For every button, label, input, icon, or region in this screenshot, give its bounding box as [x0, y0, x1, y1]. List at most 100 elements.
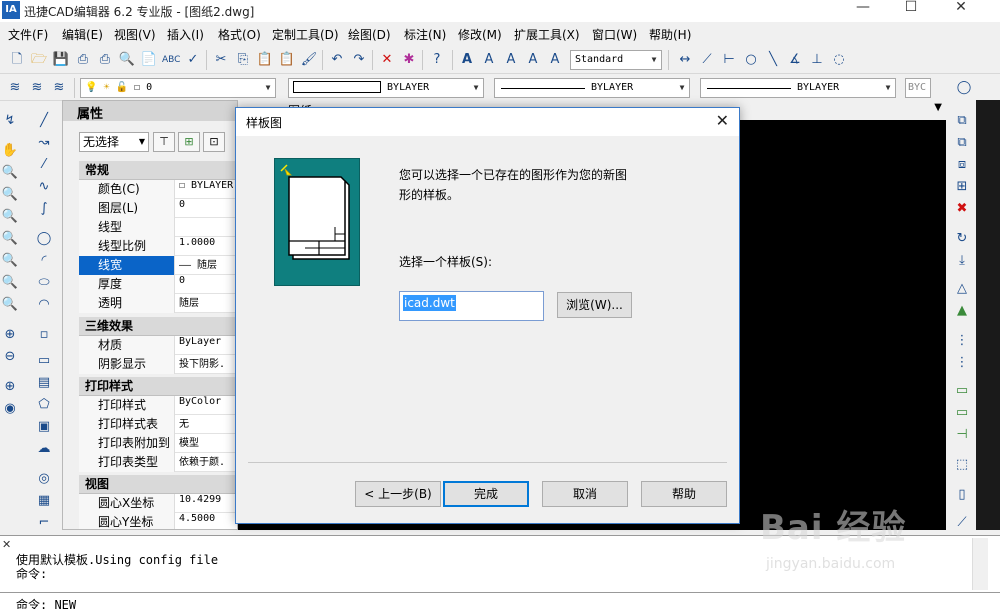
zoom-previous-icon[interactable]: 🔍: [0, 208, 20, 226]
table-icon[interactable]: ▦: [34, 492, 54, 510]
prop-row-lineweight[interactable]: 线宽 —— 随层: [79, 256, 237, 275]
section-general[interactable]: 常规: [79, 161, 237, 180]
zoom-dynamic-icon[interactable]: 🔍: [0, 230, 20, 248]
edit-text-icon[interactable]: A: [502, 51, 520, 69]
spell-check-icon[interactable]: ABC: [162, 51, 180, 69]
section-plot-style[interactable]: 打印样式: [79, 377, 237, 396]
cancel-button[interactable]: 取消: [542, 481, 628, 507]
brush-icon[interactable]: 🖌: [300, 51, 318, 69]
prop-row-color[interactable]: 颜色(C) ☐ BYLAYER: [79, 180, 237, 199]
chamfer-icon[interactable]: ⊣: [953, 426, 971, 444]
arc-icon[interactable]: ◜: [34, 252, 54, 270]
prop-row-plot-attached[interactable]: 打印表附加到 模型: [79, 434, 237, 453]
cleanup-icon[interactable]: ✱: [400, 51, 418, 69]
prop-row-transparency[interactable]: 透明 随层: [79, 294, 237, 313]
zoom-window-icon[interactable]: 🔍: [0, 186, 20, 204]
close-icon[interactable]: ✕: [2, 538, 11, 551]
paste-icon[interactable]: 📋: [256, 51, 274, 69]
zoom-out-icon[interactable]: ⊖: [0, 348, 20, 366]
ellipse-arc-icon[interactable]: ◠: [34, 296, 54, 314]
dim-radius-icon[interactable]: ⊥: [808, 51, 826, 69]
spline-icon[interactable]: ∫: [34, 200, 54, 218]
undo-icon[interactable]: ↶: [328, 51, 346, 69]
dialog-close-icon[interactable]: ✕: [716, 111, 729, 130]
maximize-button[interactable]: ☐: [888, 0, 934, 16]
revcloud-icon[interactable]: ☁: [34, 440, 54, 458]
layer-previous-icon[interactable]: ≋: [28, 79, 46, 97]
prop-row-thickness[interactable]: 厚度 0: [79, 275, 237, 294]
prop-row-layer[interactable]: 图层(L) 0: [79, 199, 237, 218]
rectangle-icon[interactable]: ▭: [34, 352, 54, 370]
zoom-center-icon[interactable]: 🔍: [0, 274, 20, 292]
rotate-icon[interactable]: ↻: [953, 230, 971, 248]
zoom-extents-icon[interactable]: ◉: [0, 400, 20, 418]
minimize-button[interactable]: —: [840, 0, 886, 16]
template-input[interactable]: icad.dwt: [399, 291, 544, 321]
linetype-select[interactable]: BYLAYER ▼: [494, 78, 690, 98]
move-icon[interactable]: ⤓: [953, 252, 971, 270]
section-view[interactable]: 视图: [79, 475, 237, 494]
prop-row-plot-type[interactable]: 打印表类型 依赖于颜.: [79, 453, 237, 472]
finish-button[interactable]: 完成: [443, 481, 529, 507]
help-icon[interactable]: ?: [428, 51, 446, 69]
ray-icon[interactable]: ⁄: [34, 156, 54, 174]
browse-button[interactable]: 浏览(W)...: [557, 292, 632, 318]
layer-manager-icon[interactable]: ≋: [6, 79, 24, 97]
offset-icon[interactable]: ⧈: [953, 156, 971, 174]
menu-custom-tools[interactable]: 定制工具(D): [272, 26, 339, 43]
prop-row-linetype-scale[interactable]: 线型比例 1.0000: [79, 237, 237, 256]
zoom-in-icon[interactable]: ⊕: [0, 326, 20, 344]
text-style-select[interactable]: Standard ▼: [570, 50, 662, 70]
print-setup-icon[interactable]: ⎙: [96, 51, 114, 69]
menu-insert[interactable]: 插入(I): [167, 26, 204, 43]
block-icon[interactable]: ⌐: [34, 514, 54, 532]
break-icon[interactable]: ▭: [953, 382, 971, 400]
xline-icon[interactable]: ↝: [34, 134, 54, 152]
array-icon[interactable]: ⊞: [953, 178, 971, 196]
stretch-icon[interactable]: △: [953, 280, 971, 298]
prop-row-center-x[interactable]: 圆心X坐标 10.4299: [79, 494, 237, 513]
prop-row-shadow[interactable]: 阴影显示 投下阴影.: [79, 355, 237, 374]
layer-state-icon[interactable]: ≋: [50, 79, 68, 97]
regen-icon[interactable]: ↯: [0, 112, 20, 130]
prop-row-linetype[interactable]: 线型: [79, 218, 237, 237]
zoom-realtime-icon[interactable]: 🔍: [0, 164, 20, 182]
point-icon[interactable]: ▫: [34, 326, 54, 344]
quick-select-icon[interactable]: ⊞: [178, 132, 200, 152]
chevron-down-icon[interactable]: ▼: [934, 102, 942, 113]
polyline-icon[interactable]: ∿: [34, 178, 54, 196]
mirror-icon[interactable]: ⧉: [953, 134, 971, 152]
color-select[interactable]: BYLAYER ▼: [288, 78, 484, 98]
menu-format[interactable]: 格式(O): [218, 26, 261, 43]
toggle-pickadd-icon[interactable]: ⊤: [153, 132, 175, 152]
hatch-icon[interactable]: ▤: [34, 374, 54, 392]
dim-baseline-icon[interactable]: ⊢: [720, 51, 738, 69]
section-3d-effects[interactable]: 三维效果: [79, 317, 237, 336]
prop-row-material[interactable]: 材质 ByLayer: [79, 336, 237, 355]
dim-line-icon[interactable]: ╲: [764, 51, 782, 69]
back-button[interactable]: < 上一步(B): [355, 481, 441, 507]
menu-help[interactable]: 帮助(H): [649, 26, 691, 43]
prop-row-plot-style[interactable]: 打印样式 ByColor: [79, 396, 237, 415]
menu-window[interactable]: 窗口(W): [592, 26, 637, 43]
mtext-icon[interactable]: A: [480, 51, 498, 69]
line-icon[interactable]: ╱: [34, 112, 54, 130]
scale-icon[interactable]: ▲: [953, 302, 971, 320]
lineweight-select[interactable]: BYLAYER ▼: [700, 78, 896, 98]
print-preview-icon[interactable]: 🔍: [118, 51, 136, 69]
find-text-icon[interactable]: A: [546, 51, 564, 69]
prop-row-plot-table[interactable]: 打印样式表 无: [79, 415, 237, 434]
trim-icon[interactable]: ⋮: [953, 332, 971, 350]
close-button[interactable]: ✕: [938, 0, 984, 16]
extend-icon[interactable]: ⋮: [953, 354, 971, 372]
dim-angle-icon[interactable]: ∡: [786, 51, 804, 69]
circle-icon[interactable]: ◯: [34, 230, 54, 248]
layer-select[interactable]: 💡 ☀ 🔓 ☐ 0 ▼: [80, 78, 276, 98]
polygon-icon[interactable]: ⬠: [34, 396, 54, 414]
delete-icon[interactable]: ✖: [953, 200, 971, 218]
save-icon[interactable]: 💾: [52, 51, 70, 69]
prop-row-center-y[interactable]: 圆心Y坐标 4.5000: [79, 513, 237, 529]
open-file-icon[interactable]: 🗁: [30, 51, 48, 69]
pan-icon[interactable]: ✋: [0, 142, 20, 160]
region-icon[interactable]: ▣: [34, 418, 54, 436]
